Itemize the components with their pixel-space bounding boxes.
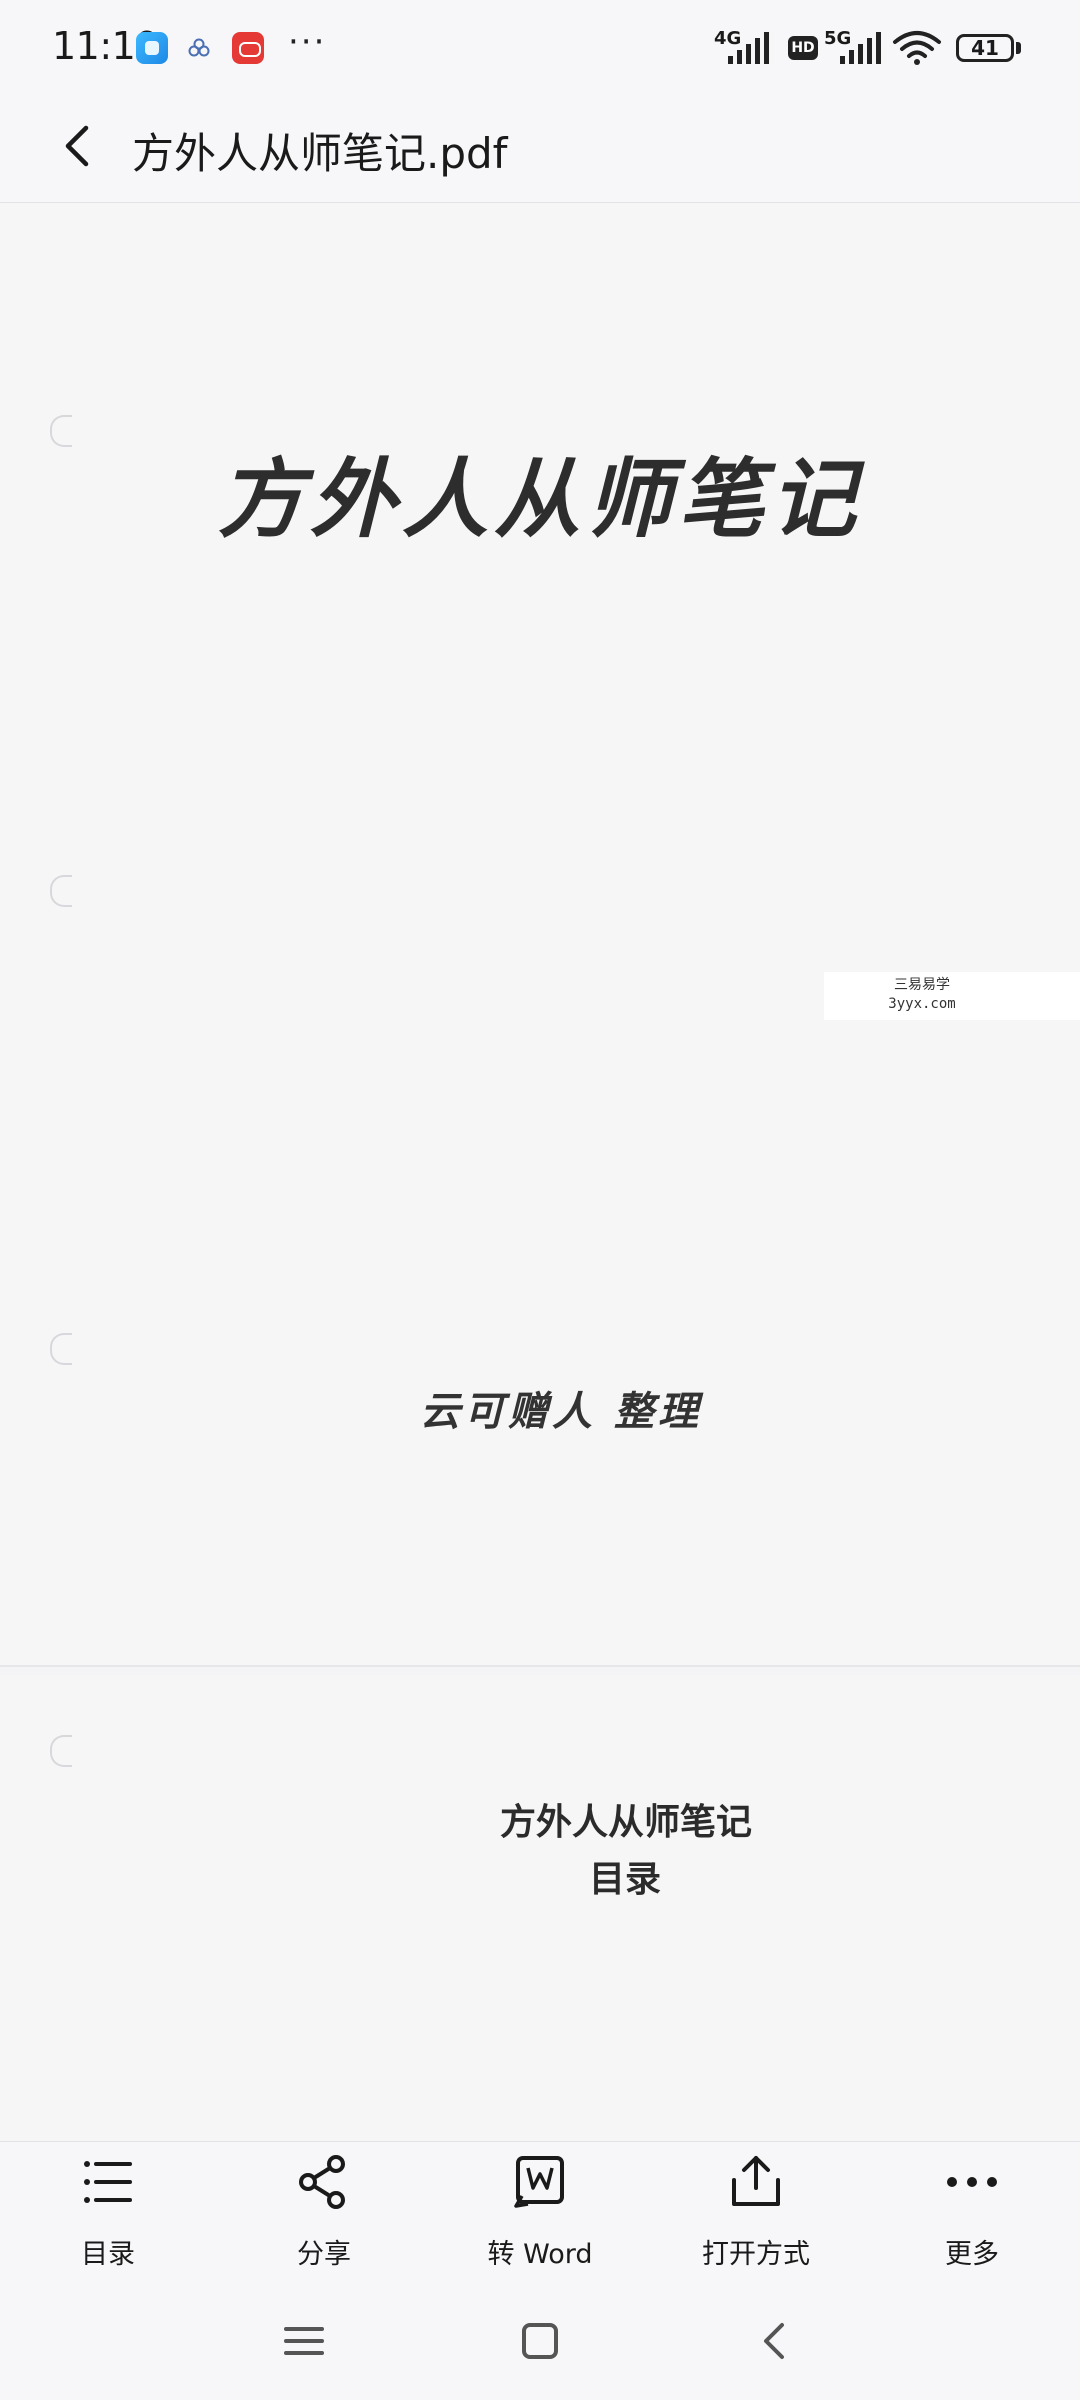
toc-button[interactable]: 目录 — [8, 2142, 208, 2282]
convert-word-label: 转 Word — [487, 2239, 593, 2270]
convert-word-button[interactable]: 转 Word — [440, 2142, 640, 2282]
menu-icon[interactable] — [274, 2311, 334, 2371]
more-button[interactable]: 更多 — [872, 2142, 1072, 2282]
red-app-icon — [232, 32, 264, 64]
share-button-label: 分享 — [297, 2239, 351, 2270]
document-title: 方外人从师笔记 — [218, 449, 862, 550]
list-icon — [84, 2161, 132, 2203]
binder-hole — [50, 1735, 72, 1767]
page2-toc-heading: 目录 — [588, 1858, 661, 1900]
binder-hole — [50, 875, 72, 907]
more-button-label: 更多 — [945, 2239, 999, 2270]
binder-hole — [50, 1333, 72, 1365]
battery-tip — [1016, 42, 1021, 54]
signal-strength-icon-2 — [840, 32, 881, 64]
system-nav-bar — [0, 2281, 1080, 2400]
share-icon — [299, 2155, 345, 2209]
bottom-toolbar: 目录 分享 转 Word 打开方式 更多 — [0, 2141, 1080, 2282]
watermark: 三易易学 3yyx.com — [824, 972, 1080, 1020]
more-icon — [947, 2177, 997, 2187]
status-bar: 11:19 ··· 4G HD 5G 41 — [0, 0, 1080, 96]
pdf-page-1[interactable]: 方外人从师笔记 云可赠人 整理 — [0, 203, 1080, 1665]
home-icon[interactable] — [510, 2311, 570, 2371]
title-bar: 方外人从师笔记.pdf — [0, 96, 1080, 203]
share-button[interactable]: 分享 — [224, 2142, 424, 2282]
toc-button-label: 目录 — [81, 2239, 135, 2270]
more-notifications-icon: ··· — [288, 22, 327, 62]
watermark-line-1: 三易易学 — [894, 977, 950, 993]
pdf-page-2[interactable] — [0, 1675, 1080, 2141]
battery-indicator: 41 — [956, 34, 1014, 62]
app-notification-icon — [136, 32, 168, 64]
watermark-line-2: 3yyx.com — [888, 996, 956, 1012]
open-with-button[interactable]: 打开方式 — [656, 2142, 856, 2282]
hd-badge: HD — [788, 36, 818, 60]
upload-open-icon — [732, 2156, 780, 2206]
page2-title: 方外人从师笔记 — [499, 1801, 752, 1843]
document-author: 云可赠人 整理 — [420, 1388, 702, 1435]
wifi-icon — [893, 31, 941, 65]
back-icon[interactable] — [746, 2311, 806, 2371]
cloud-app-icon — [188, 38, 210, 57]
open-with-label: 打开方式 — [702, 2239, 810, 2270]
signal-strength-icon — [728, 32, 769, 64]
chevron-left-icon[interactable] — [50, 116, 110, 176]
file-title: 方外人从师笔记.pdf — [132, 129, 508, 178]
word-convert-icon — [514, 2156, 564, 2208]
